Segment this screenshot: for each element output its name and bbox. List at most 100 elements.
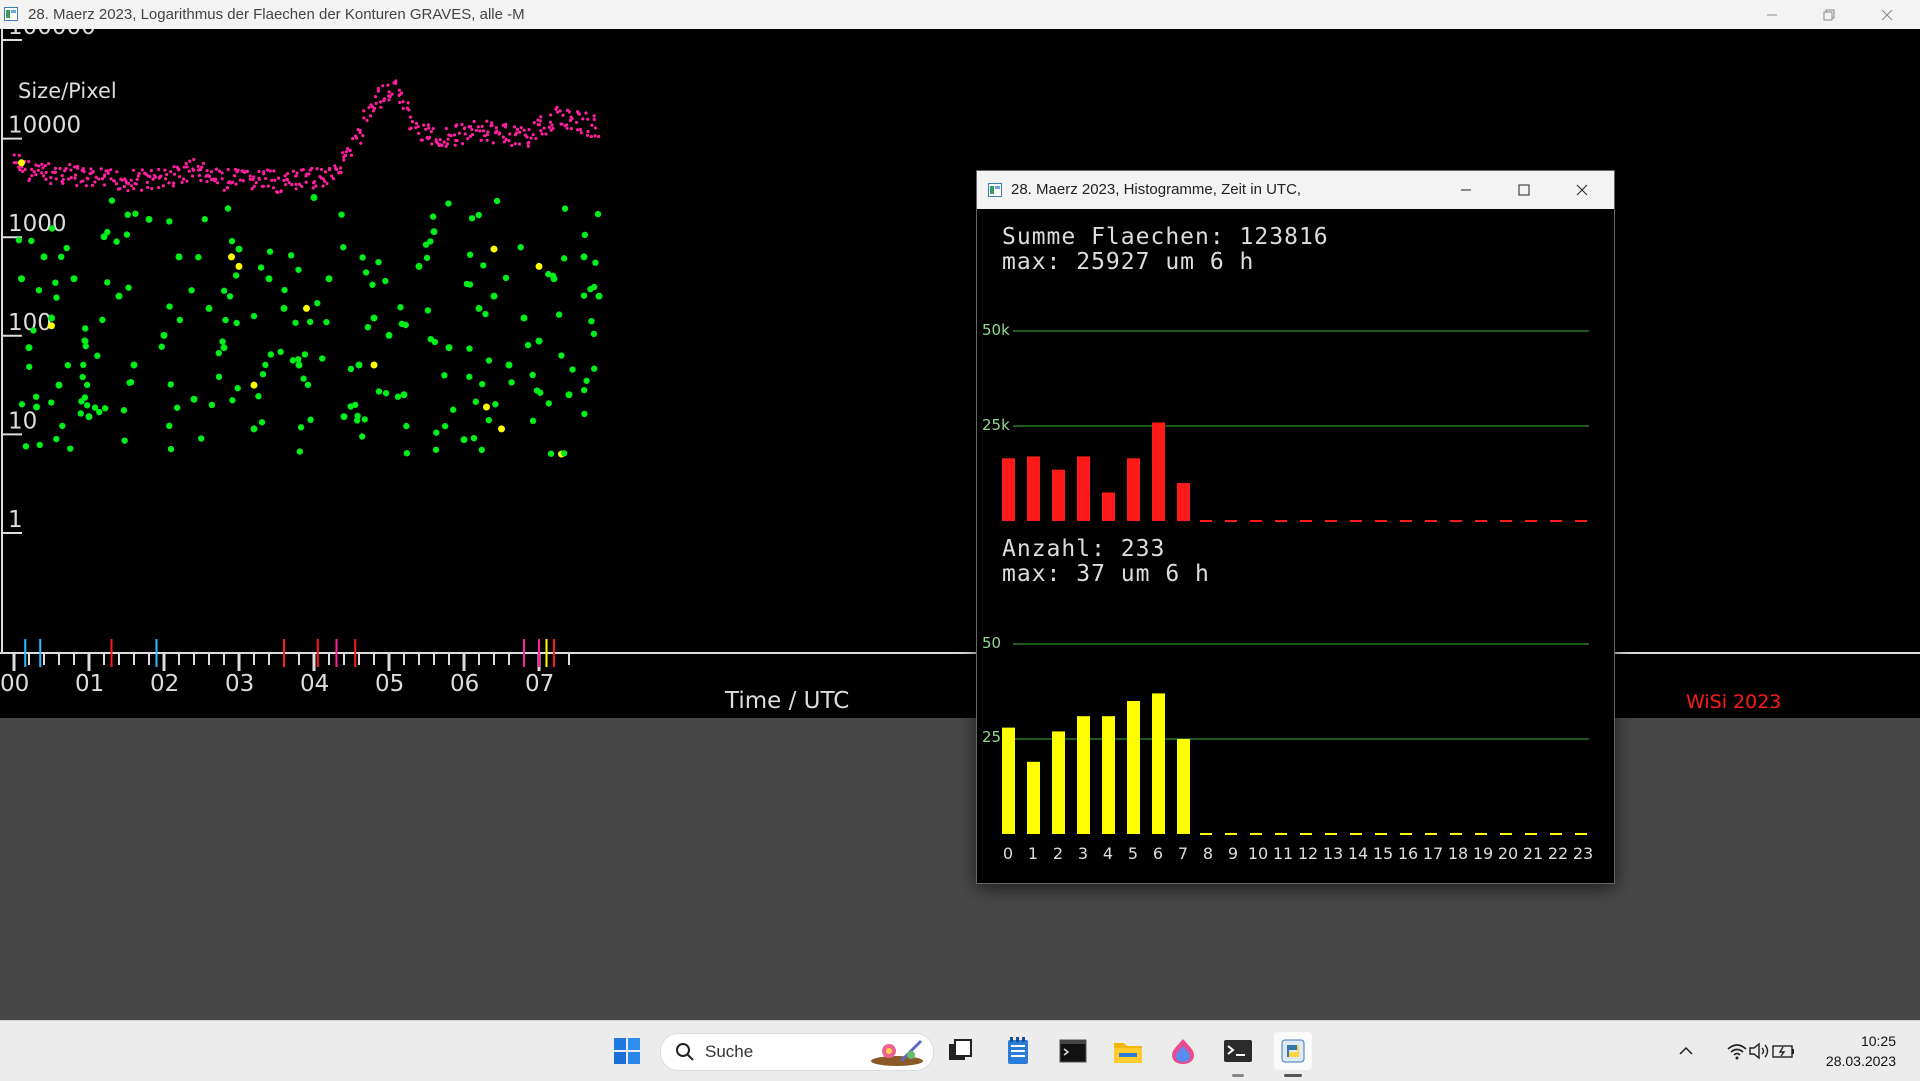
scatter-point-magenta (47, 162, 51, 166)
x-axis-label: Time / UTC (724, 688, 849, 714)
scatter-point-green (32, 393, 40, 400)
scatter-point-magenta (314, 184, 318, 188)
scatter-point-yellow (370, 361, 378, 369)
scatter-point-magenta (586, 129, 590, 134)
scatter-point-magenta (73, 173, 78, 177)
search-label: Suche (705, 1042, 754, 1061)
minimize-button[interactable] (1743, 0, 1801, 29)
scatter-point-magenta (53, 166, 58, 170)
scatter-point-magenta (348, 149, 352, 153)
scatter-point-magenta (525, 135, 529, 139)
scatter-point-magenta (150, 186, 154, 191)
scatter-point-magenta (422, 123, 426, 127)
system-tray[interactable] (1716, 1032, 1806, 1070)
scatter-point-green (520, 314, 528, 322)
scatter-point-magenta (449, 134, 453, 138)
hour-labels: 0 1 2 3 4 5 6 7 8 9 10 11 12 13 14 15 16 17 18 19 20 21 22 23 (1003, 844, 1593, 863)
scatter-point-magenta (44, 170, 48, 175)
scatter-point-magenta (503, 125, 508, 129)
scatter-point-green (431, 338, 439, 346)
scatter-point-magenta (312, 180, 317, 184)
scatter-point-magenta (12, 153, 16, 157)
scatter-point-magenta (479, 138, 483, 142)
scatter-point-magenta (470, 127, 474, 131)
scatter-point-magenta (454, 124, 458, 128)
scatter-point-green (160, 331, 168, 339)
scatter-point-green (375, 388, 383, 395)
scatter-point-yellow (490, 245, 498, 253)
scatter-point-magenta (440, 143, 444, 147)
scatter-point-green (224, 205, 232, 212)
scatter-point-magenta (285, 178, 289, 182)
scatter-point-magenta (169, 170, 173, 174)
python-app-button[interactable] (1274, 1032, 1312, 1070)
scatter-point-green (81, 325, 89, 332)
main-title-bar[interactable]: 28. Maerz 2023, Logarithmus der Flaechen… (0, 0, 1920, 29)
scatter-point-green (233, 319, 240, 327)
scatter-point-green (220, 344, 228, 352)
scatter-point-magenta (495, 129, 499, 133)
scatter-point-magenta (409, 126, 413, 130)
close-button[interactable] (1858, 0, 1916, 29)
terminal-button[interactable] (1054, 1032, 1092, 1070)
scatter-point-magenta (584, 111, 588, 115)
start-button[interactable] (608, 1032, 646, 1070)
folder-icon (1114, 1043, 1142, 1063)
battery-icon (1772, 1045, 1794, 1058)
notepad-button[interactable] (999, 1032, 1037, 1070)
scatter-point-green (176, 316, 184, 324)
bar (1077, 456, 1090, 521)
hour-label: 16 (1398, 844, 1418, 863)
area-bars (1002, 330, 1589, 522)
scatter-point-magenta (146, 185, 150, 190)
scatter-point-green (535, 337, 543, 345)
scatter-point-green (310, 194, 318, 202)
scatter-point-magenta (589, 134, 593, 139)
scatter-point-green (466, 345, 473, 352)
scatter-point-green (402, 321, 409, 329)
scatter-point-green (188, 287, 195, 294)
scatter-point-green (83, 402, 91, 409)
clock[interactable]: 10:25 28.03.2023 (1826, 1031, 1896, 1071)
restore-button[interactable] (1800, 0, 1858, 29)
scatter-point-magenta (480, 124, 484, 129)
file-explorer-button[interactable] (1109, 1032, 1147, 1070)
scatter-point-green (430, 228, 438, 236)
search-box[interactable]: Suche (660, 1033, 934, 1071)
scatter-point-green (40, 253, 48, 261)
scatter-point-green (441, 422, 449, 430)
tray-overflow-button[interactable] (1674, 1032, 1698, 1070)
scatter-point-magenta (91, 170, 95, 174)
count-grid-label-50: 50 (982, 634, 1001, 652)
scatter-point-magenta (266, 184, 270, 188)
task-view-button[interactable] (941, 1032, 979, 1070)
scatter-point-magenta (215, 181, 219, 185)
scatter-point-magenta (248, 174, 252, 178)
scatter-point-magenta (327, 166, 332, 171)
scatter-point-magenta (109, 168, 113, 172)
scatter-point-magenta (426, 123, 430, 127)
scatter-point-magenta (165, 172, 169, 177)
scatter-point-magenta (68, 163, 72, 167)
scatter-point-green (222, 316, 229, 324)
scatter-point-magenta (58, 166, 62, 171)
scatter-point-magenta (230, 180, 235, 184)
scatter-point-green (560, 450, 568, 457)
scatter-point-magenta (118, 187, 122, 191)
scatter-point-green (347, 403, 354, 410)
scatter-point-magenta (254, 181, 258, 185)
console-button[interactable] (1219, 1032, 1257, 1070)
scatter-point-green (130, 361, 138, 369)
scatter-point-green (297, 424, 305, 431)
scatter-point-magenta (123, 177, 127, 181)
browser-button[interactable] (1164, 1032, 1202, 1070)
y-tick-label: 100000 (8, 29, 96, 40)
scatter-point-magenta (485, 138, 489, 142)
scatter-point-magenta (362, 109, 366, 113)
count-grid-label-25: 25 (982, 728, 1001, 746)
scatter-point-magenta (570, 117, 574, 121)
scatter-point-green (555, 311, 563, 318)
scatter-point-green (415, 262, 423, 270)
scatter-point-magenta (406, 101, 410, 105)
scatter-point-magenta (593, 126, 598, 130)
